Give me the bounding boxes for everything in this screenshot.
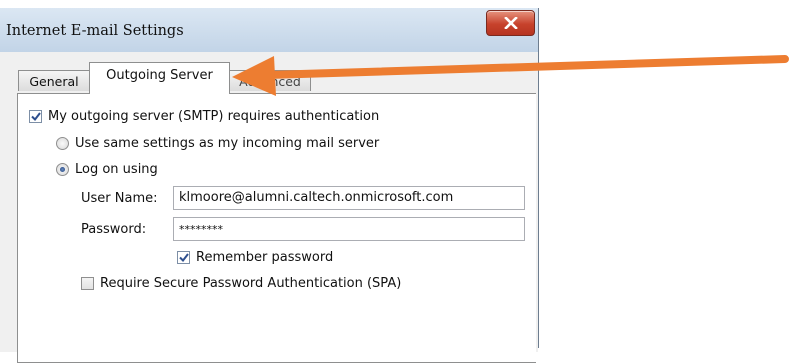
arrow-left-icon	[232, 55, 789, 96]
arrow-head	[232, 56, 276, 96]
arrow-shaft	[264, 55, 789, 79]
